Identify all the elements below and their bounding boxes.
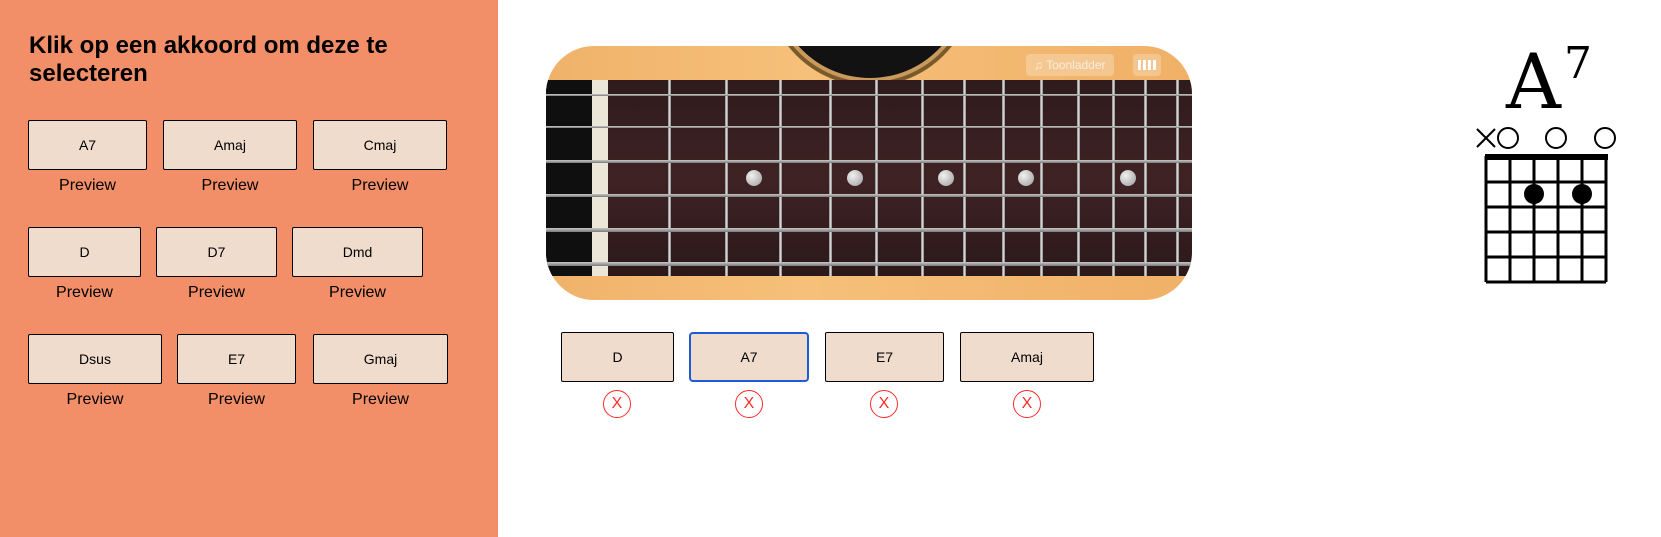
preview-link-amaj[interactable]: Preview <box>163 175 297 197</box>
chord-button-cmaj[interactable]: Cmaj <box>313 120 447 170</box>
preview-link-d[interactable]: Preview <box>28 282 141 304</box>
diagram-nut <box>1485 154 1608 160</box>
remove-chord-d-button[interactable]: X <box>603 390 631 418</box>
selected-chord-amaj[interactable]: Amaj <box>960 332 1094 382</box>
fret <box>1176 80 1179 276</box>
sidebar-heading: Klik op een akkoord om deze te selectere… <box>29 32 388 87</box>
guitar-fretboard[interactable]: ♫ Toonladder <box>546 46 1192 300</box>
fret <box>963 80 966 276</box>
chord-diagram: A 7 <box>1460 34 1630 294</box>
finger-dot <box>1524 184 1544 204</box>
fret <box>668 80 671 276</box>
guitar-string <box>546 94 1192 96</box>
fret-inlay <box>1018 170 1034 186</box>
chord-sidebar: Klik op een akkoord om deze te selectere… <box>0 0 498 537</box>
fret <box>829 80 832 276</box>
preview-link-d7[interactable]: Preview <box>156 282 277 304</box>
fret <box>1144 80 1147 276</box>
chord-button-a7[interactable]: A7 <box>28 120 147 170</box>
chord-button-dsus[interactable]: Dsus <box>28 334 162 384</box>
chord-button-dmd[interactable]: Dmd <box>292 227 423 277</box>
fret <box>725 80 728 276</box>
fret-inlay <box>1120 170 1136 186</box>
chord-button-amaj[interactable]: Amaj <box>163 120 297 170</box>
preview-link-cmaj[interactable]: Preview <box>313 175 447 197</box>
fret-inlay <box>938 170 954 186</box>
open-string-marker <box>1594 127 1616 149</box>
chord-button-e7[interactable]: E7 <box>177 334 296 384</box>
remove-chord-a7-button[interactable]: X <box>735 390 763 418</box>
selected-chord-d[interactable]: D <box>561 332 674 382</box>
fret <box>875 80 878 276</box>
preview-link-dsus[interactable]: Preview <box>28 389 162 411</box>
guitar-string <box>546 126 1192 128</box>
fretboard-neck <box>546 80 1192 276</box>
music-notes-icon: ♫ <box>1034 58 1043 72</box>
chord-button-gmaj[interactable]: Gmaj <box>313 334 448 384</box>
scale-toggle-button[interactable]: ♫ Toonladder <box>1026 54 1114 76</box>
nut <box>592 80 608 276</box>
guitar-string <box>546 160 1192 163</box>
soundhole <box>774 46 966 78</box>
remove-chord-e7-button[interactable]: X <box>870 390 898 418</box>
chord-button-d[interactable]: D <box>28 227 141 277</box>
headstock <box>546 80 592 276</box>
fret-inlay <box>746 170 762 186</box>
preview-link-gmaj[interactable]: Preview <box>313 389 448 411</box>
chord-grid <box>1476 127 1616 284</box>
remove-chord-amaj-button[interactable]: X <box>1013 390 1041 418</box>
fret-inlay <box>847 170 863 186</box>
fret <box>1112 80 1115 276</box>
finger-dot <box>1572 184 1592 204</box>
fret <box>1077 80 1080 276</box>
guitar-string <box>546 228 1192 232</box>
guitar-string <box>546 262 1192 266</box>
open-string-marker <box>1545 127 1567 149</box>
fret <box>921 80 924 276</box>
preview-link-a7[interactable]: Preview <box>28 175 147 197</box>
chord-button-d7[interactable]: D7 <box>156 227 277 277</box>
fret <box>779 80 782 276</box>
guitar-string <box>546 194 1192 197</box>
selected-chord-a7[interactable]: A7 <box>689 332 809 382</box>
scale-label: Toonladder <box>1046 58 1106 72</box>
preview-link-e7[interactable]: Preview <box>177 389 296 411</box>
selected-chord-e7[interactable]: E7 <box>825 332 944 382</box>
fret <box>1040 80 1043 276</box>
preview-link-dmd[interactable]: Preview <box>292 282 423 304</box>
bars-icon[interactable] <box>1133 54 1161 76</box>
open-string-marker <box>1497 127 1519 149</box>
fret <box>1002 80 1005 276</box>
